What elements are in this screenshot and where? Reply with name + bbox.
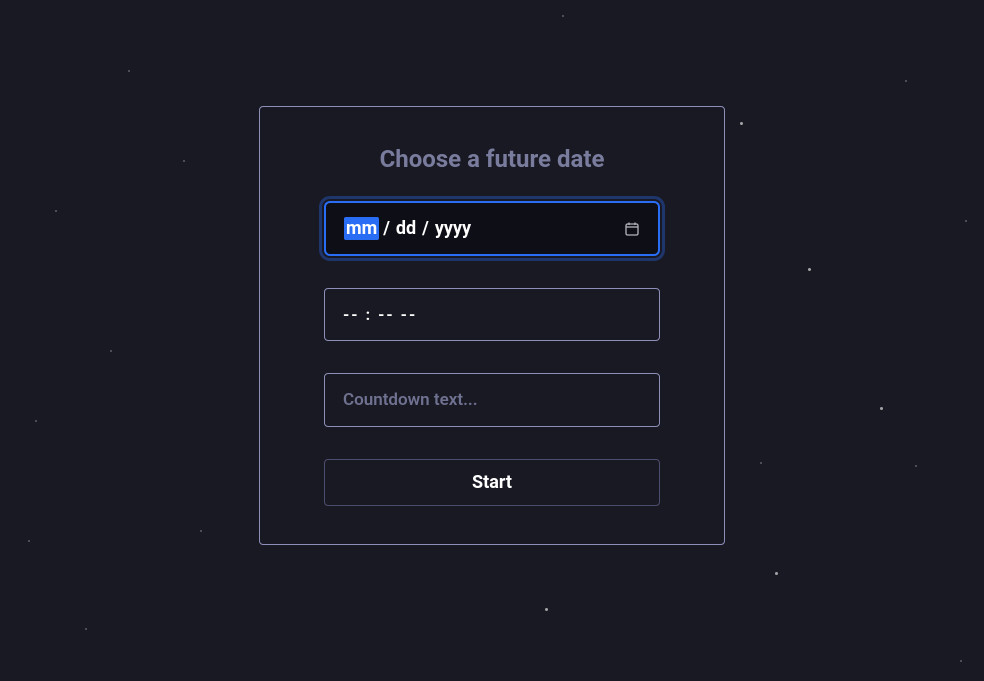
start-button[interactable]: Start: [324, 459, 660, 506]
countdown-text-placeholder: Countdown text...: [343, 390, 478, 410]
date-year-segment[interactable]: yyyy: [433, 217, 473, 240]
date-input[interactable]: mm / dd / yyyy: [324, 201, 660, 256]
date-separator-1: /: [383, 218, 390, 239]
calendar-icon[interactable]: [624, 221, 640, 237]
date-segments: mm / dd / yyyy: [344, 217, 473, 240]
date-month-segment[interactable]: mm: [344, 217, 379, 240]
date-day-segment[interactable]: dd: [394, 217, 418, 240]
time-display: -- : -- --: [343, 305, 417, 324]
date-separator-2: /: [422, 218, 429, 239]
countdown-text-input[interactable]: Countdown text...: [324, 373, 660, 427]
form-title: Choose a future date: [324, 145, 660, 173]
time-input[interactable]: -- : -- --: [324, 288, 660, 341]
countdown-form-card: Choose a future date mm / dd / yyyy: [259, 106, 725, 545]
